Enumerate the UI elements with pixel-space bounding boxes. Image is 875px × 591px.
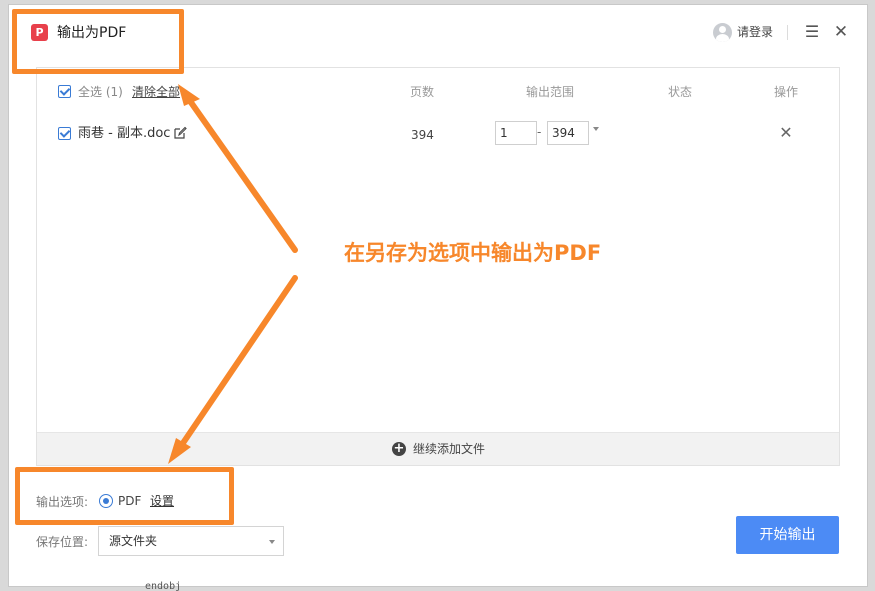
close-icon[interactable]: ✕ — [831, 22, 851, 42]
annotation-text: 在另存为选项中输出为PDF — [344, 241, 602, 265]
save-location-label: 保存位置: — [36, 535, 89, 549]
column-header-action: 操作 — [774, 85, 799, 99]
edit-icon[interactable] — [173, 126, 187, 140]
titlebar-divider — [787, 25, 788, 40]
range-start-input[interactable]: 1 — [495, 121, 537, 145]
save-location-value: 源文件夹 — [109, 534, 158, 548]
file-name: 雨巷 - 副本.doc — [78, 126, 171, 141]
login-link[interactable]: 请登录 — [737, 24, 773, 40]
chevron-down-icon[interactable] — [593, 127, 599, 131]
range-end-input[interactable]: 394 — [547, 121, 589, 145]
save-location-select[interactable]: 源文件夹 — [98, 526, 284, 556]
column-header-pages: 页数 — [410, 85, 435, 99]
file-checkbox[interactable] — [58, 127, 71, 140]
user-avatar-icon[interactable] — [713, 23, 732, 42]
column-header-status: 状态 — [668, 85, 693, 99]
select-all-checkbox[interactable] — [58, 85, 71, 98]
highlight-box-title — [12, 9, 184, 74]
highlight-box-options — [15, 467, 234, 525]
menu-icon[interactable]: ☰ — [802, 22, 822, 42]
add-icon: + — [392, 441, 406, 456]
remove-icon[interactable]: ✕ — [778, 125, 794, 141]
column-header-range: 输出范围 — [526, 85, 575, 99]
clear-all-link[interactable]: 清除全部 — [132, 84, 180, 100]
background-text: endobj — [145, 581, 182, 591]
page-count: 394 — [411, 128, 434, 142]
start-export-button[interactable]: 开始输出 — [736, 516, 839, 554]
chevron-down-icon — [269, 540, 275, 544]
add-files-bar[interactable]: + 继续添加文件 — [37, 432, 839, 465]
range-separator: - — [537, 125, 542, 139]
add-files-label: 继续添加文件 — [413, 442, 486, 456]
select-all-label: 全选 (1) — [78, 85, 123, 99]
